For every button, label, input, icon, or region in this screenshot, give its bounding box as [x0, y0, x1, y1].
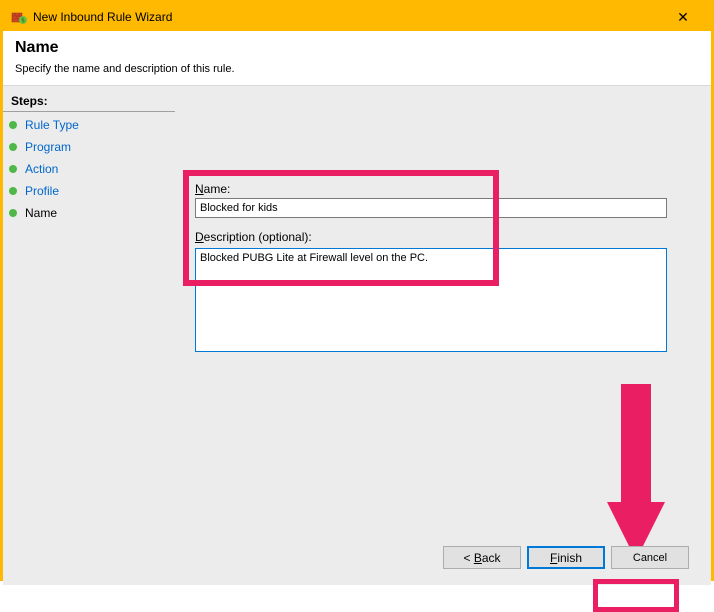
finish-button[interactable]: Finish — [527, 546, 605, 569]
step-label: Action — [25, 160, 58, 178]
button-row: < Back Finish Cancel — [443, 546, 689, 569]
back-button[interactable]: < Back — [443, 546, 521, 569]
bullet-icon — [9, 121, 17, 129]
content-pane: Name: Description (optional): < Back Fin… — [175, 86, 711, 585]
description-input[interactable] — [195, 248, 667, 352]
step-program[interactable]: Program — [3, 136, 175, 158]
form-group: Name: Description (optional): — [195, 182, 667, 355]
annotation-arrow — [607, 384, 665, 566]
close-icon[interactable]: ✕ — [663, 9, 703, 26]
step-name[interactable]: Name — [3, 202, 175, 224]
bullet-icon — [9, 165, 17, 173]
step-action[interactable]: Action — [3, 158, 175, 180]
steps-sidebar: Steps: Rule Type Program Action Profile … — [3, 86, 175, 585]
wizard-header: Name Specify the name and description of… — [3, 31, 711, 86]
page-title: Name — [15, 39, 699, 57]
firewall-icon — [11, 9, 27, 25]
step-label: Name — [25, 204, 57, 222]
bullet-icon — [9, 143, 17, 151]
bullet-icon — [9, 187, 17, 195]
annotation-highlight-finish — [593, 579, 679, 612]
steps-heading: Steps: — [3, 92, 175, 112]
steps-list: Rule Type Program Action Profile Name — [3, 114, 175, 224]
bullet-icon — [9, 209, 17, 217]
step-label: Rule Type — [25, 116, 79, 134]
name-label: Name: — [195, 182, 667, 196]
step-label: Program — [25, 138, 71, 156]
description-label: Description (optional): — [195, 230, 667, 244]
step-label: Profile — [25, 182, 59, 200]
window-title: New Inbound Rule Wizard — [33, 10, 663, 24]
cancel-button[interactable]: Cancel — [611, 546, 689, 569]
name-input[interactable] — [195, 198, 667, 218]
step-rule-type[interactable]: Rule Type — [3, 114, 175, 136]
step-profile[interactable]: Profile — [3, 180, 175, 202]
page-subtitle: Specify the name and description of this… — [15, 63, 699, 75]
wizard-body: Steps: Rule Type Program Action Profile … — [3, 86, 711, 585]
titlebar: New Inbound Rule Wizard ✕ — [3, 3, 711, 31]
